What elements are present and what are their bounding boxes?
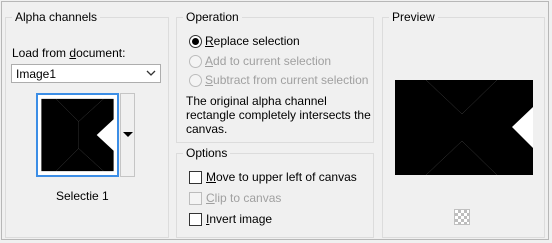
document-select-value: Image1 bbox=[16, 67, 57, 81]
triangle-down-icon bbox=[123, 132, 133, 137]
selection-thumbnail-image bbox=[41, 98, 114, 172]
subtract-from-selection-label[interactable]: Subtract from current selection bbox=[205, 73, 368, 87]
operation-description-line1: The original alpha channel bbox=[186, 94, 327, 108]
options-title: Options bbox=[183, 146, 231, 160]
move-to-upper-left-checkbox[interactable] bbox=[189, 171, 202, 184]
load-from-document-label: Load from document: bbox=[12, 46, 126, 60]
operation-description-line2: rectangle completely intersects the bbox=[186, 108, 371, 122]
preview-title: Preview bbox=[389, 10, 438, 24]
clip-to-canvas-label[interactable]: Clip to canvas bbox=[206, 191, 281, 205]
subtract-from-selection-radio[interactable] bbox=[189, 74, 202, 87]
alpha-channels-title: Alpha channels bbox=[12, 10, 101, 24]
invert-image-checkbox[interactable] bbox=[189, 213, 202, 226]
transparency-checker-icon[interactable] bbox=[454, 209, 470, 225]
chevron-down-icon bbox=[146, 70, 156, 76]
alpha-channel-thumbnail[interactable] bbox=[36, 93, 119, 177]
replace-selection-radio[interactable] bbox=[189, 35, 202, 48]
thumbnail-menu-button[interactable] bbox=[120, 93, 135, 177]
preview-image bbox=[395, 80, 533, 175]
preview-shape bbox=[395, 80, 533, 175]
operation-title: Operation bbox=[183, 10, 242, 24]
add-to-selection-radio[interactable] bbox=[189, 55, 202, 68]
replace-selection-label[interactable]: Replace selection bbox=[205, 34, 300, 48]
add-to-selection-label[interactable]: Add to current selection bbox=[205, 54, 331, 68]
document-select[interactable]: Image1 bbox=[11, 64, 161, 83]
selection-name-label: Selectie 1 bbox=[56, 189, 109, 203]
operation-description-line3: canvas. bbox=[186, 122, 228, 136]
move-to-upper-left-label[interactable]: Move to upper left of canvas bbox=[206, 170, 357, 184]
invert-image-label[interactable]: Invert image bbox=[206, 212, 272, 226]
clip-to-canvas-checkbox[interactable] bbox=[189, 192, 202, 205]
